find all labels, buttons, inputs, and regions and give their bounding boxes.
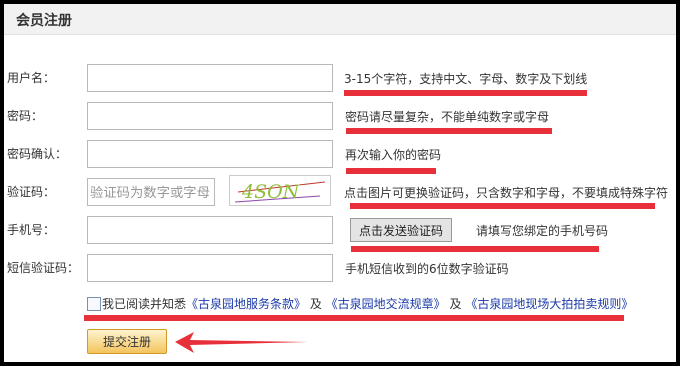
username-label: 用户名： (7, 71, 56, 85)
captcha-label: 验证码： (7, 185, 56, 199)
confirm-label: 密码确认： (7, 147, 68, 161)
exchange-rules-link[interactable]: 《古泉园地交流规章》 (326, 297, 446, 311)
panel-title: 会员注册 (16, 13, 72, 29)
username-input[interactable] (87, 64, 333, 92)
send-sms-code-button[interactable]: 点击发送验证码 (350, 218, 452, 242)
phone-row: 手机号： 点击发送验证码 请填写您绑定的手机号码 (4, 216, 676, 244)
confirm-hint: 再次输入你的密码 (345, 148, 442, 162)
password-hint: 密码请尽量复杂，不能单纯数字或字母 (345, 110, 550, 124)
phone-label: 手机号： (7, 223, 56, 237)
sms-code-input[interactable] (87, 254, 333, 282)
confirm-row: 密码确认： 再次输入你的密码 (4, 140, 676, 168)
password-input[interactable] (87, 102, 333, 130)
annotation-underline (346, 168, 436, 174)
agreement-checkbox[interactable] (87, 297, 101, 311)
captcha-graphic: 4SON (230, 176, 330, 205)
submit-registration-button[interactable]: 提交注册 (87, 329, 167, 354)
captcha-hint: 点击图片可更换验证码，只含数字和字母，不要填成特殊字符 (344, 186, 669, 200)
password-label: 密码： (7, 109, 44, 123)
registration-panel: 会员注册 用户名： 3-15个字符，支持中文、字母、数字及下划线 密码： 密码请… (4, 4, 676, 362)
agreement-separator: 及 (445, 297, 466, 311)
annotation-underline (346, 128, 552, 134)
annotation-arrow-icon (175, 332, 308, 353)
captcha-row: 验证码： 4SON 点击图片可更换验证码，只含数字和字母，不要填成特殊字符 (4, 175, 676, 206)
username-hint: 3-15个字符，支持中文、字母、数字及下划线 (344, 72, 588, 86)
annotation-underline (84, 315, 624, 321)
agreement-prefix: 我已阅读并知悉 (102, 297, 187, 311)
agreement-text: 我已阅读并知悉《古泉园地服务条款》 及 《古泉园地交流规章》 及 《古泉园地现场… (102, 295, 633, 312)
captcha-image[interactable]: 4SON (229, 175, 331, 206)
sms-code-label: 短信验证码： (7, 261, 80, 275)
annotation-underline (351, 246, 599, 252)
annotation-underline (344, 90, 587, 96)
confirm-password-input[interactable] (87, 140, 333, 168)
service-terms-link[interactable]: 《古泉园地服务条款》 (186, 297, 306, 311)
password-row: 密码： 密码请尽量复杂，不能单纯数字或字母 (4, 102, 676, 130)
agreement-separator: 及 (306, 297, 326, 311)
phone-input[interactable] (87, 216, 333, 244)
sms-code-row: 短信验证码： 手机短信收到的6位数字验证码 (4, 254, 676, 282)
captcha-text: 4SON (241, 181, 301, 203)
panel-header: 会员注册 (4, 4, 676, 35)
username-row: 用户名： 3-15个字符，支持中文、字母、数字及下划线 (4, 64, 676, 92)
phone-hint: 请填写您绑定的手机号码 (476, 224, 609, 238)
sms-code-hint: 手机短信收到的6位数字验证码 (345, 262, 509, 276)
annotation-underline (350, 203, 655, 209)
auction-rules-link[interactable]: 《古泉园地现场大拍拍卖规则》 (465, 297, 633, 311)
captcha-input[interactable] (87, 178, 215, 206)
